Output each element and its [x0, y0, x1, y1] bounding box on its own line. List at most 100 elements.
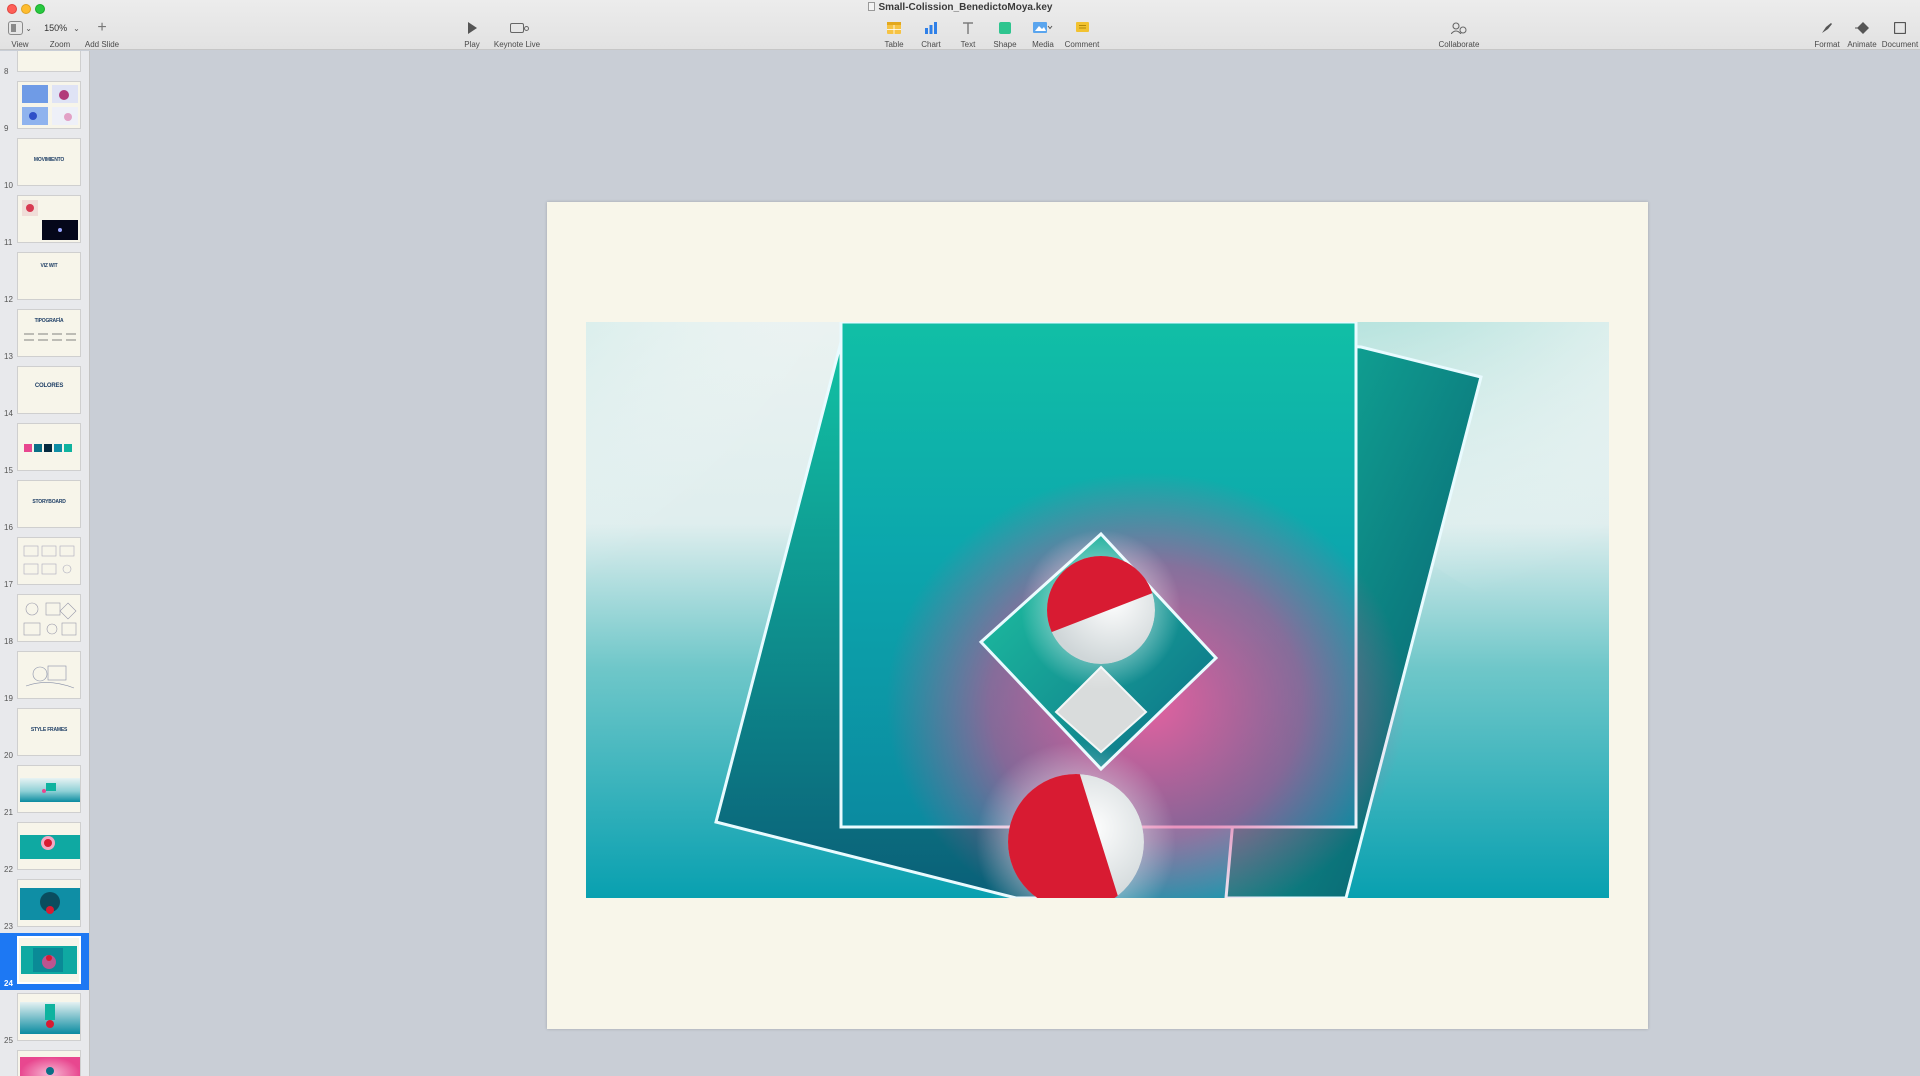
preview-storyboard-sketch: [23, 545, 75, 575]
shape-label: Shape: [993, 40, 1017, 49]
slide-thumbnail-12[interactable]: VIZ WIT 12: [0, 249, 89, 306]
media-button[interactable]: Media: [1028, 18, 1058, 49]
add-slide-label: Add Slide: [84, 40, 120, 49]
slide-number: 19: [4, 694, 13, 703]
keynote-live-button[interactable]: Keynote Live: [492, 18, 542, 49]
slide-number: 25: [4, 1036, 13, 1045]
table-label: Table: [884, 40, 904, 49]
sidebar-view-icon: [8, 21, 24, 35]
current-slide[interactable]: [547, 202, 1648, 1029]
slide-artwork-image[interactable]: [586, 322, 1609, 898]
slide-preview-title: COLORES: [34, 383, 64, 389]
zoom-menu[interactable]: 150% ⌄ Zoom: [42, 18, 80, 49]
slide-thumbnail-17[interactable]: 17: [0, 534, 89, 591]
play-button[interactable]: Play: [460, 18, 484, 49]
document-button[interactable]: Document: [1880, 18, 1920, 49]
preview-color-swatches: [24, 444, 72, 452]
slide-thumbnail-11[interactable]: 11: [0, 192, 89, 249]
shape-button[interactable]: Shape: [991, 18, 1019, 49]
preview-art: [18, 766, 80, 812]
slide-thumbnail-24[interactable]: 24: [0, 933, 89, 990]
view-button[interactable]: ⌄ View: [8, 18, 32, 49]
format-label: Format: [1814, 40, 1840, 49]
slide-thumbnail-19[interactable]: 19: [0, 648, 89, 705]
play-label: Play: [464, 40, 480, 49]
media-icon: [1033, 22, 1053, 33]
slide-thumbnail-9[interactable]: 9: [0, 78, 89, 135]
slide-thumbnail-20[interactable]: STYLE FRAMES 20: [0, 705, 89, 762]
slide-preview: [17, 879, 81, 927]
slide-canvas[interactable]: [91, 51, 1920, 1076]
preview-art: [22, 85, 78, 125]
preview-art: [19, 938, 79, 982]
format-button[interactable]: Format: [1812, 18, 1842, 49]
animate-button[interactable]: Animate: [1846, 18, 1878, 49]
view-label: View: [11, 40, 29, 49]
slide-preview: [17, 822, 81, 870]
text-icon: [963, 22, 973, 34]
shape-icon: [999, 22, 1011, 34]
slide-preview: [17, 936, 81, 984]
slide-thumbnail-22[interactable]: 22: [0, 819, 89, 876]
chevron-down-icon: ⌄: [25, 23, 32, 33]
slide-number: 14: [4, 409, 13, 418]
slide-preview: [17, 1050, 81, 1076]
document-label: Document: [1881, 40, 1919, 49]
slide-thumbnail-8[interactable]: 8: [0, 51, 89, 78]
slide-preview: STORYBOARD: [17, 480, 81, 528]
slide-preview: [17, 537, 81, 585]
slide-preview: [17, 423, 81, 471]
slide-thumbnail-25[interactable]: 25: [0, 990, 89, 1047]
chevron-down-icon: ⌄: [73, 23, 80, 33]
zoom-value: 150%: [44, 23, 68, 33]
slide-navigator[interactable]: 8 9 MOVIMIENTO 10 11 VIZ WIT 12 TIPOGRAF…: [0, 51, 90, 1076]
slide-thumbnail-15[interactable]: 15: [0, 420, 89, 477]
slide-preview-title: STORYBOARD: [32, 499, 66, 505]
slide-number: 12: [4, 295, 13, 304]
chart-button[interactable]: Chart: [917, 18, 945, 49]
animate-diamond-icon: [1855, 22, 1869, 34]
slide-thumbnail-21[interactable]: 21: [0, 762, 89, 819]
preview-art: [18, 1051, 80, 1076]
slide-number: 18: [4, 637, 13, 646]
slide-thumbnail-10[interactable]: MOVIMIENTO 10: [0, 135, 89, 192]
slide-number: 10: [4, 181, 13, 190]
slide-preview: TIPOGRAFÍA: [17, 309, 81, 357]
add-slide-button[interactable]: + Add Slide: [84, 18, 120, 49]
slide-preview: MOVIMIENTO: [17, 138, 81, 186]
slide-preview: [17, 594, 81, 642]
comment-button[interactable]: Comment: [1062, 18, 1102, 49]
text-label: Text: [960, 40, 976, 49]
slide-thumbnail-23[interactable]: 23: [0, 876, 89, 933]
slide-number: 17: [4, 580, 13, 589]
slide-number: 15: [4, 466, 13, 475]
slide-number: 23: [4, 922, 13, 931]
keynote-document-icon: [867, 2, 875, 11]
table-icon: [887, 22, 901, 34]
slide-number: 22: [4, 865, 13, 874]
collaborate-label: Collaborate: [1438, 40, 1480, 49]
slide-thumbnail-18[interactable]: 18: [0, 591, 89, 648]
collaborate-icon: [1451, 22, 1467, 34]
slide-preview-title: MOVIMIENTO: [33, 157, 65, 163]
slide-thumbnail-13[interactable]: TIPOGRAFÍA 13: [0, 306, 89, 363]
comment-icon: [1075, 22, 1089, 32]
slide-number: 24: [4, 979, 13, 988]
slide-thumbnail-16[interactable]: STORYBOARD 16: [0, 477, 89, 534]
slide-preview-title: STYLE FRAMES: [30, 727, 68, 733]
slide-number: 20: [4, 751, 13, 760]
preview-art: [18, 823, 80, 869]
plus-icon: +: [97, 19, 107, 36]
play-icon: [467, 22, 477, 34]
slide-thumbnail-14[interactable]: COLORES 14: [0, 363, 89, 420]
slide-preview: VIZ WIT: [17, 252, 81, 300]
table-button[interactable]: Table: [880, 18, 908, 49]
slide-number: 11: [4, 238, 13, 247]
collaborate-button[interactable]: Collaborate: [1434, 18, 1484, 49]
slide-number: 8: [4, 67, 9, 76]
text-button[interactable]: Text: [954, 18, 982, 49]
window-title: Small-Colission_BenedictoMoya.key: [0, 2, 1920, 13]
slide-number: 16: [4, 523, 13, 532]
slide-thumbnail-26[interactable]: 26: [0, 1047, 89, 1076]
slide-number: 13: [4, 352, 13, 361]
